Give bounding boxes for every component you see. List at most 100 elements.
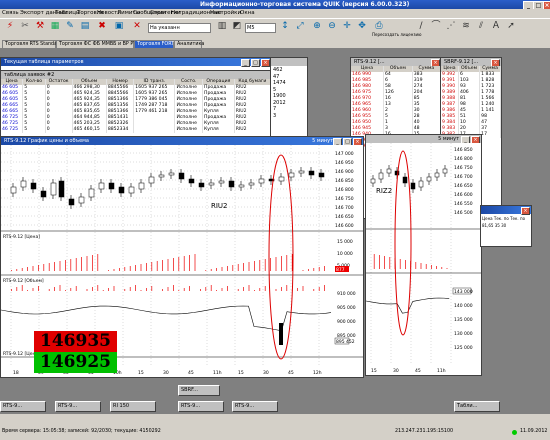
connect-icon[interactable]: ⚡ bbox=[3, 19, 17, 33]
crosshair-icon[interactable]: ✛ bbox=[340, 19, 354, 33]
menu-item-0[interactable]: Связь bbox=[2, 10, 19, 16]
instrument-label: RIZ2 bbox=[376, 187, 392, 195]
instrument-label: RIU2 bbox=[211, 202, 228, 210]
orders-table: Цена Кол-во Остаток Объем Номер ID транз. Сост… bbox=[1, 79, 271, 133]
status-date: 11.09.2012 bbox=[520, 429, 548, 434]
print-icon[interactable]: ⎙ bbox=[372, 19, 386, 33]
candle bbox=[442, 168, 448, 174]
sub-value: 143 000 bbox=[454, 289, 473, 295]
taskbar-window-6[interactable]: RTS-9... bbox=[232, 401, 278, 412]
scale-icon[interactable]: ↕ bbox=[278, 19, 292, 33]
orders-window-title[interactable]: таблица заявок #2 bbox=[1, 71, 271, 79]
candle bbox=[418, 180, 424, 188]
zoom-in-icon[interactable]: ⊕ bbox=[310, 19, 324, 33]
chart-icon[interactable]: ▤ bbox=[78, 19, 92, 33]
popup-row: 81,65 35 30 bbox=[482, 223, 507, 228]
price-tick-label: 146 600 bbox=[454, 192, 473, 198]
sub1-tick-label: 10 000 bbox=[337, 251, 353, 257]
taskbar-window-4[interactable]: SBRF... bbox=[178, 385, 220, 396]
candle bbox=[40, 190, 47, 198]
zoom-out-icon[interactable]: ⊖ bbox=[325, 19, 339, 33]
table-cell: 5 bbox=[22, 127, 46, 133]
chart-right-window: 5 минут _ × 146 850 146 800 146 750 146 700 1… bbox=[365, 134, 482, 376]
table-icon[interactable]: ▦ bbox=[48, 19, 62, 33]
taskbar-window-1[interactable]: RTS-9... bbox=[0, 401, 46, 412]
calculator-icon[interactable]: ▥ bbox=[215, 19, 229, 33]
candle bbox=[370, 178, 376, 184]
list-item: 1474 bbox=[273, 80, 286, 86]
price-tick-label: 146 800 bbox=[454, 156, 473, 162]
params-min-button[interactable]: _ bbox=[241, 59, 250, 67]
menu-bar: Связь Экспорт данных Таблицы Торговля Новост… bbox=[0, 9, 550, 18]
time-tick-label: 11h bbox=[437, 368, 446, 374]
list-item: 1900 bbox=[273, 93, 286, 99]
sub1-label: RTS-9.12 [Цена] bbox=[3, 234, 40, 240]
candle bbox=[58, 180, 65, 198]
interval-select[interactable]: M5 bbox=[245, 23, 276, 33]
fit-icon[interactable]: ⤢ bbox=[293, 19, 307, 33]
candle bbox=[434, 172, 440, 178]
time-tick-label: 45 bbox=[288, 370, 294, 376]
candle bbox=[308, 170, 315, 176]
table-cell bbox=[133, 127, 176, 133]
candle bbox=[258, 178, 265, 184]
time-tick-label: 12h bbox=[313, 370, 322, 376]
table-cell: 17 bbox=[479, 132, 501, 138]
order-icon[interactable]: ✎ bbox=[63, 19, 77, 33]
params-window-title[interactable]: Текущая таблица параметров bbox=[1, 58, 271, 66]
arrow-icon[interactable]: ➚ bbox=[504, 19, 518, 33]
small-list-title bbox=[271, 58, 307, 66]
ask-price-badge: 146935 bbox=[34, 331, 117, 352]
stop-icon[interactable]: ✖ bbox=[95, 19, 109, 33]
text-icon[interactable]: Ａ bbox=[489, 19, 503, 33]
fan-icon[interactable]: ⋰ bbox=[444, 19, 458, 33]
candle bbox=[378, 172, 384, 180]
disconnect-icon[interactable]: ✂ bbox=[18, 19, 32, 33]
candle bbox=[30, 182, 37, 190]
price-tick-label: 146 900 bbox=[335, 169, 354, 175]
taskbar-window-2[interactable]: RTS-9... bbox=[55, 401, 101, 412]
channel-icon[interactable]: ⫽ bbox=[474, 19, 488, 33]
taskbar-window-3[interactable]: RI 150 bbox=[110, 401, 156, 412]
app-title-bar: Информационно-торговая система QUIK (вер… bbox=[0, 0, 550, 10]
time-tick-label: 15 bbox=[238, 370, 244, 376]
table-cell: 46 725 bbox=[1, 127, 24, 133]
params-max-button[interactable]: □ bbox=[251, 59, 260, 67]
account-select[interactable]: На указанн bbox=[148, 23, 211, 33]
menu-item-10[interactable]: Окна bbox=[240, 10, 255, 16]
table-row[interactable]: 46 725 5 0 465 460,15 8852334 Исполне Купля RIU… bbox=[1, 127, 271, 133]
cancel-icon[interactable]: ✕ bbox=[130, 19, 144, 33]
arc-icon[interactable]: ⌒ bbox=[429, 19, 443, 33]
price-tick-label: 146 500 bbox=[454, 210, 473, 216]
move-icon[interactable]: ✥ bbox=[355, 19, 369, 33]
orders-window: таблица заявок #2 Цена Кол-во Остаток Объем… bbox=[0, 70, 272, 140]
time-tick-label: 45 bbox=[415, 368, 421, 374]
sub-tick-label: 135 000 bbox=[454, 317, 473, 323]
chart-main-title[interactable]: RTS-9.12 График цены и объема 5 минут bbox=[1, 137, 363, 145]
trade-icon[interactable]: ⚒ bbox=[33, 19, 47, 33]
candle bbox=[98, 182, 105, 190]
candle bbox=[188, 178, 195, 184]
bid-price-badge: 146925 bbox=[34, 352, 117, 373]
fibo-icon[interactable]: ≋ bbox=[459, 19, 473, 33]
time-tick-label: 15 bbox=[371, 368, 377, 374]
line-icon[interactable]: ∕ bbox=[414, 19, 428, 33]
params-window: Текущая таблица параметров _ □ × bbox=[0, 57, 272, 71]
candle bbox=[318, 172, 325, 178]
orderbook-rts-title[interactable]: RTS-9.12 [... bbox=[351, 58, 441, 66]
time-tick-label: 30 bbox=[393, 368, 399, 374]
sub-tick-label: 130 000 bbox=[454, 331, 473, 337]
menu-item-9[interactable]: Настройки bbox=[210, 10, 241, 16]
params-close-button[interactable]: × bbox=[261, 59, 270, 67]
candle bbox=[426, 176, 432, 182]
candle bbox=[168, 172, 175, 176]
chart-right-canvas[interactable]: 146 850 146 800 146 750 146 700 146 650 146 6… bbox=[366, 143, 481, 375]
tool-icon[interactable]: ◩ bbox=[230, 19, 244, 33]
taskbar-window-5[interactable]: RTS-9... bbox=[178, 401, 224, 412]
taskbar-window-7[interactable]: Табли... bbox=[454, 401, 500, 412]
time-tick-label: 30 bbox=[263, 370, 269, 376]
candle bbox=[238, 184, 245, 188]
small-popup-close[interactable]: × bbox=[521, 207, 530, 215]
account-icon[interactable]: ▣ bbox=[112, 19, 126, 33]
candle bbox=[178, 172, 185, 180]
